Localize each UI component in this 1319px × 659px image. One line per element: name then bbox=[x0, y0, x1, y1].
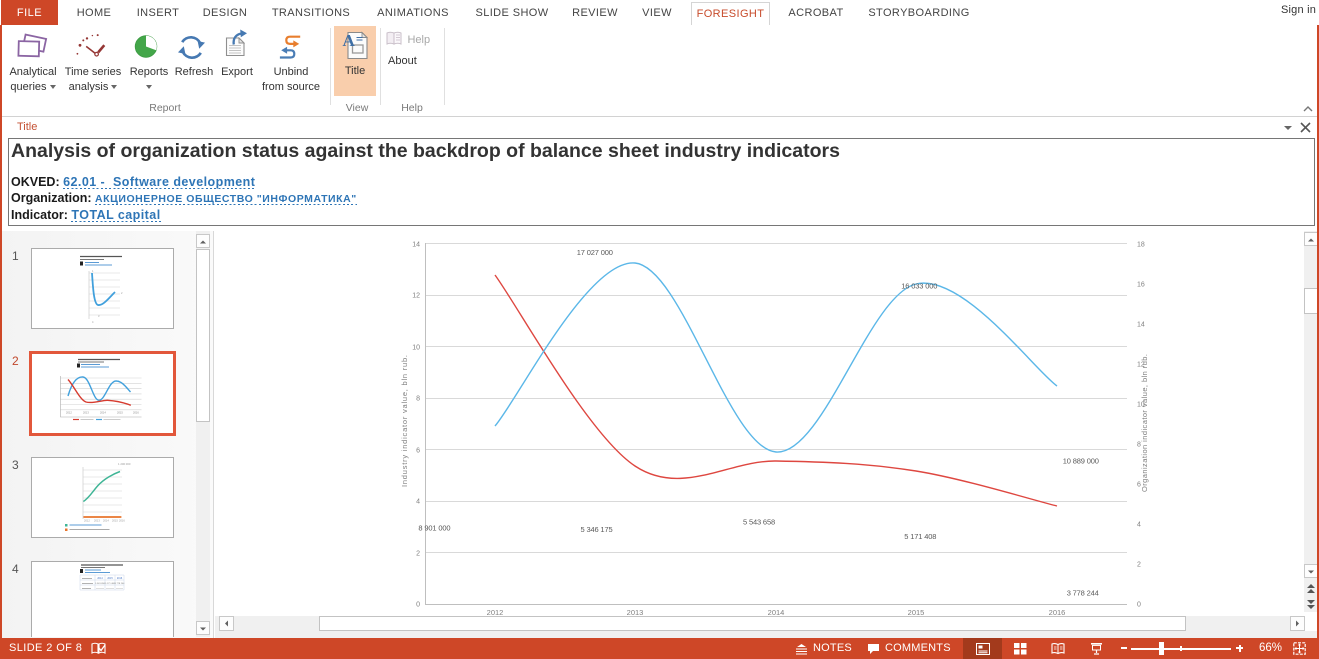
svg-text:2015: 2015 bbox=[908, 608, 925, 616]
svg-text:2014: 2014 bbox=[97, 577, 103, 580]
svg-text:14: 14 bbox=[412, 242, 420, 249]
svg-text:3: 3 bbox=[98, 314, 100, 318]
svg-text:0: 0 bbox=[416, 602, 420, 609]
svg-text:Industry indicator value, bln: Industry indicator value, bln rub. bbox=[400, 355, 409, 487]
svg-text:2: 2 bbox=[416, 551, 420, 558]
svg-text:17 027 000: 17 027 000 bbox=[577, 248, 613, 257]
svg-text:2: 2 bbox=[1137, 562, 1141, 569]
svg-text:2015: 2015 bbox=[117, 411, 123, 415]
svg-text:2016: 2016 bbox=[117, 577, 123, 580]
svg-text:16: 16 bbox=[1137, 282, 1145, 289]
svg-text:5 543 658: 5 543 658 bbox=[743, 517, 775, 526]
svg-text:2012: 2012 bbox=[487, 608, 504, 616]
svg-text:5 171 408: 5 171 408 bbox=[904, 532, 936, 541]
svg-text:2012: 2012 bbox=[66, 411, 72, 415]
svg-text:2012: 2012 bbox=[84, 519, 90, 523]
svg-text:2014: 2014 bbox=[100, 411, 106, 415]
svg-text:16 033 000: 16 033 000 bbox=[901, 282, 937, 291]
svg-text:2013: 2013 bbox=[83, 411, 89, 415]
svg-text:4: 4 bbox=[416, 499, 420, 506]
svg-text:5 346 175: 5 346 175 bbox=[580, 525, 612, 534]
svg-text:8: 8 bbox=[416, 396, 420, 403]
svg-text:10: 10 bbox=[412, 345, 420, 352]
svg-text:4: 4 bbox=[1137, 522, 1141, 529]
svg-text:1 200 000: 1 200 000 bbox=[118, 462, 131, 466]
svg-text:2015: 2015 bbox=[112, 519, 118, 523]
svg-text:18: 18 bbox=[1137, 242, 1145, 249]
svg-text:4: 4 bbox=[92, 320, 94, 324]
svg-text:2016: 2016 bbox=[133, 411, 139, 415]
svg-text:2: 2 bbox=[121, 291, 123, 295]
svg-text:2014: 2014 bbox=[768, 608, 785, 616]
svg-text:2015: 2015 bbox=[107, 577, 113, 580]
svg-text:12: 12 bbox=[412, 293, 420, 300]
svg-text:3 778 244: 3 778 244 bbox=[1067, 588, 1099, 597]
svg-text:2014: 2014 bbox=[103, 519, 109, 523]
svg-text:6: 6 bbox=[416, 448, 420, 455]
svg-text:8 901 000: 8 901 000 bbox=[418, 524, 450, 533]
svg-text:2016: 2016 bbox=[1049, 608, 1066, 616]
svg-text:A: A bbox=[343, 31, 356, 50]
svg-text:5 543 658: 5 543 658 bbox=[95, 583, 106, 585]
svg-text:10 889 000: 10 889 000 bbox=[1063, 457, 1099, 466]
svg-text:Organization indicator value,: Organization indicator value, bln rub. bbox=[1140, 354, 1149, 492]
svg-text:14: 14 bbox=[1137, 322, 1145, 329]
svg-text:2016: 2016 bbox=[119, 519, 125, 523]
svg-text:2013: 2013 bbox=[627, 608, 644, 616]
svg-text:3 778 244: 3 778 244 bbox=[115, 583, 126, 585]
svg-text:2013: 2013 bbox=[94, 519, 100, 523]
svg-text:0: 0 bbox=[1137, 602, 1141, 609]
svg-text:1: 1 bbox=[92, 269, 94, 273]
